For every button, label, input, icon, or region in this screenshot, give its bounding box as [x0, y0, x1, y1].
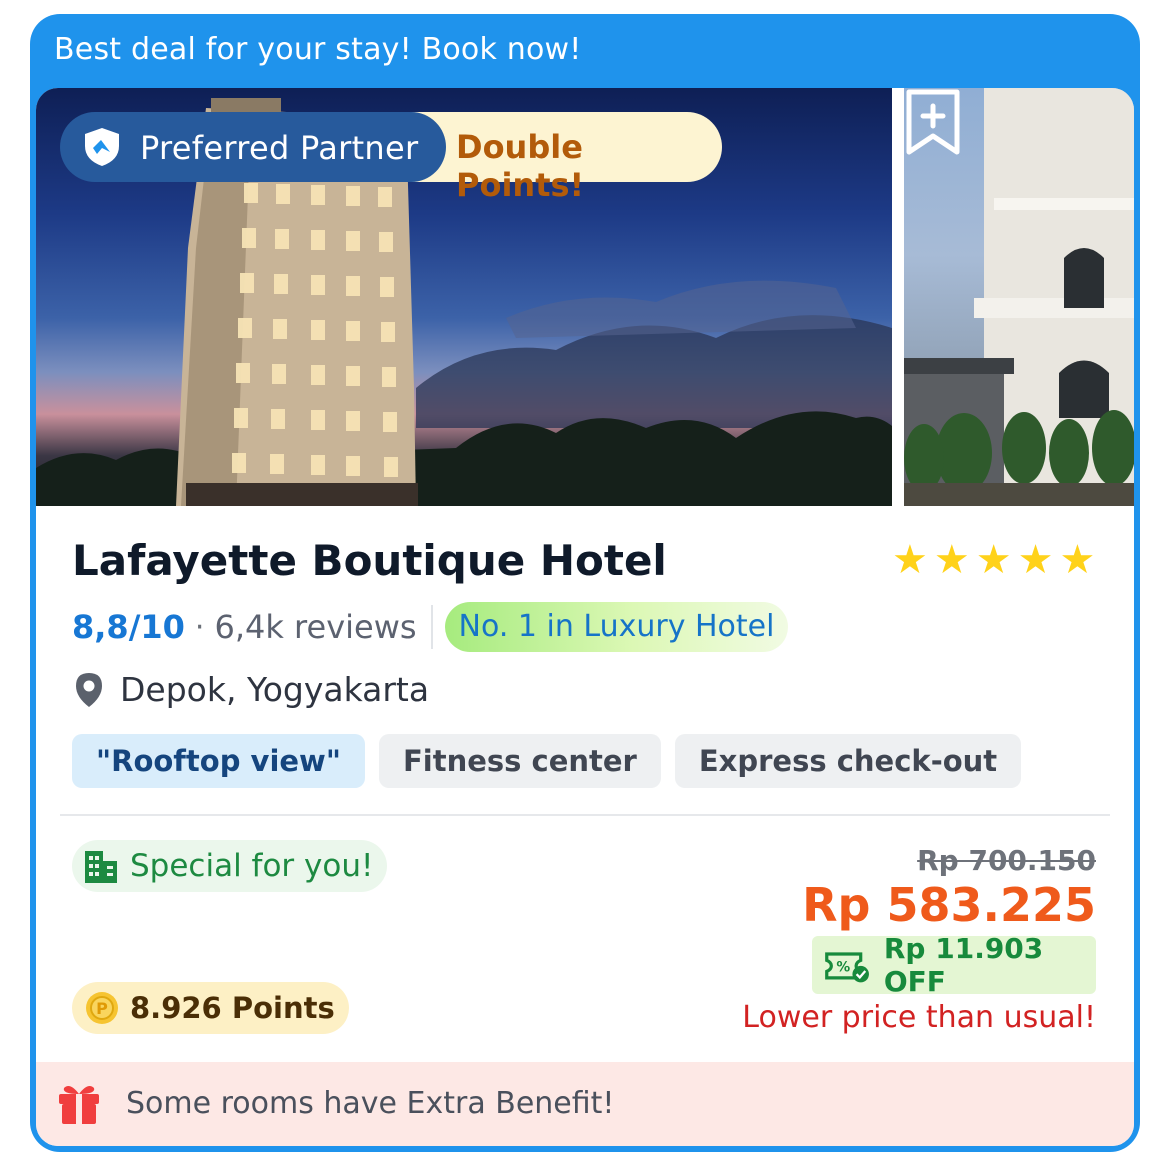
star-rating: ★ ★ ★ ★ ★	[892, 540, 1095, 580]
original-price: Rp 700.150	[917, 844, 1096, 877]
special-for-you-badge: Special for you!	[72, 840, 388, 892]
hotel-photo-secondary[interactable]	[904, 88, 1134, 506]
preferred-partner-badge: Preferred Partner	[60, 112, 446, 182]
hotel-card-container[interactable]: Best deal for your stay! Book now! Doubl…	[30, 14, 1140, 1152]
feature-chip[interactable]: Express check-out	[674, 734, 1022, 788]
preferred-partner-label: Preferred Partner	[140, 129, 419, 167]
star-icon: ★	[1017, 537, 1054, 583]
review-count[interactable]: 6,4k reviews	[214, 608, 416, 646]
separator-dot: ·	[194, 609, 205, 645]
lower-price-note: Lower price than usual!	[742, 1000, 1096, 1035]
location-pin-icon	[76, 672, 102, 707]
shield-icon	[85, 128, 119, 166]
feature-chip[interactable]: "Rooftop view"	[72, 734, 365, 788]
hotel-photo-main[interactable]: Double Points! Preferred Partner	[36, 88, 892, 506]
current-price: Rp 583.225	[802, 878, 1096, 932]
points-label: 8.926 Points	[130, 991, 335, 1025]
special-for-you-label: Special for you!	[130, 848, 374, 884]
hotel-card[interactable]: Double Points! Preferred Partner Lafayet…	[36, 88, 1134, 1146]
hotel-name[interactable]: Lafayette Boutique Hotel	[72, 536, 667, 585]
star-icon: ★	[892, 537, 928, 583]
discount-badge: % Rp 11.903 OFF	[812, 932, 1096, 998]
star-icon: ★	[975, 537, 1012, 583]
ranking-badge: No. 1 in Luxury Hotel	[444, 602, 789, 652]
rating-score: 8,8/10	[72, 608, 185, 646]
rating-row: 8,8/10 · 6,4k reviews No. 1 in Luxury Ho…	[72, 602, 789, 652]
bookmark-add-icon[interactable]	[904, 88, 962, 158]
location-text: Depok, Yogyakarta	[120, 670, 430, 709]
feature-chips: "Rooftop view" Fitness center Express ch…	[72, 734, 1022, 788]
feature-chip[interactable]: Fitness center	[378, 734, 661, 788]
coin-icon: P	[86, 992, 118, 1024]
extra-benefit-footer[interactable]: Some rooms have Extra Benefit!	[36, 1062, 1134, 1146]
svg-text:%: %	[836, 959, 850, 975]
discount-label: Rp 11.903 OFF	[883, 932, 1044, 998]
svg-text:P: P	[96, 999, 108, 1018]
promo-banner-text: Best deal for your stay! Book now!	[54, 32, 582, 67]
double-points-label: Double Points!	[456, 128, 585, 204]
building-icon	[85, 851, 117, 883]
extra-benefit-text: Some rooms have Extra Benefit!	[126, 1086, 615, 1121]
location-row: Depok, Yogyakarta	[74, 670, 429, 709]
divider	[430, 605, 433, 649]
points-badge: P 8.926 Points	[72, 982, 349, 1034]
partner-badge-group: Double Points! Preferred Partner	[60, 112, 722, 204]
section-divider	[60, 814, 1110, 816]
star-icon: ★	[933, 537, 970, 583]
star-icon: ★	[1059, 537, 1096, 583]
coupon-check-icon: %	[825, 952, 869, 983]
gift-icon	[59, 1086, 99, 1124]
